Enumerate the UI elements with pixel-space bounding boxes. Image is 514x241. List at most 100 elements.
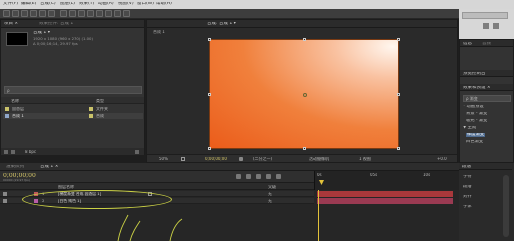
comp-breadcrumb[interactable]: 合成 1	[153, 30, 165, 34]
transform-handle[interactable]	[303, 38, 306, 41]
generate-folder[interactable]: ▼ 生成	[463, 126, 476, 130]
menu-file[interactable]: 文件(F)	[3, 2, 18, 7]
shy-layers-icon[interactable]	[246, 174, 251, 179]
menu-composition[interactable]: 合成(C)	[40, 2, 56, 7]
exposure-value[interactable]: +0.0	[437, 157, 447, 161]
column-parent[interactable]: 父级	[268, 185, 276, 189]
layer-parent[interactable]: 无	[268, 192, 272, 196]
menu-layer[interactable]: 图层(L)	[60, 2, 75, 7]
puppet-tool-icon[interactable]	[123, 10, 130, 17]
panel-line: 字体	[463, 205, 472, 209]
tab-composition[interactable]: 合成: 合成 1 ▾	[207, 22, 236, 27]
interpret-footage-icon[interactable]	[4, 149, 8, 154]
transform-handle[interactable]	[208, 38, 211, 41]
roto-tool-icon[interactable]	[114, 10, 121, 17]
menu-view[interactable]: 视图(V)	[118, 2, 134, 7]
clone-tool-icon[interactable]	[96, 10, 103, 17]
draft-3d-icon[interactable]	[236, 174, 241, 179]
tab-timeline-comp[interactable]: 合成 1 ×	[40, 165, 59, 170]
column-name[interactable]: 名称	[11, 99, 19, 103]
frame-blending-icon[interactable]	[256, 174, 261, 179]
tab-paragraph[interactable]: 段落	[462, 165, 471, 170]
composition-canvas[interactable]	[208, 38, 400, 150]
pan-tool-icon[interactable]	[48, 10, 55, 17]
snapshot-icon[interactable]	[239, 157, 243, 161]
preset-item[interactable]: 吸光 - 渐变	[466, 119, 487, 123]
resolution-select[interactable]: (二分之一)	[253, 157, 272, 161]
ruler-tick-label: 0s	[317, 173, 322, 177]
transform-handle[interactable]	[397, 38, 400, 41]
selection-tool-icon[interactable]	[3, 10, 10, 17]
timeline-panel: 渲染队列 合成 1 × 0;00;00;00 00000 (29.97 fps)…	[0, 163, 459, 241]
menu-window[interactable]: 窗口(W)	[137, 2, 154, 7]
project-tabbar: 项目 × 效果控件: 合成 1	[1, 20, 144, 28]
hand-tool-icon[interactable]	[12, 10, 19, 17]
project-item[interactable]: 合成 1 合成	[3, 113, 143, 119]
zoom-level[interactable]: 50%	[159, 157, 168, 161]
new-folder-icon[interactable]	[11, 149, 15, 154]
menu-bar: 文件(F) 编辑(E) 合成(C) 图层(L) 效果(T) 动画(A) 视图(V…	[0, 0, 514, 9]
transform-handle[interactable]	[397, 147, 400, 150]
layer-duration-bar[interactable]	[317, 191, 453, 197]
panel-icon[interactable]	[483, 23, 489, 29]
camera-select[interactable]: 活动摄像机	[309, 157, 329, 161]
transform-handle[interactable]	[397, 93, 400, 96]
panel-line: 对齐	[463, 195, 472, 199]
effect-item-four-color[interactable]: 四色渐变	[466, 140, 483, 144]
timeline-column-header: 图层名称 父级	[0, 183, 314, 190]
playhead-icon[interactable]	[319, 180, 324, 185]
menu-edit[interactable]: 编辑(E)	[21, 2, 36, 7]
panel-scrollbar[interactable]	[503, 175, 509, 237]
viewer-timecode[interactable]: 0;00;00;00	[205, 157, 227, 161]
zoom-tool-icon[interactable]	[21, 10, 28, 17]
label-color-chip	[89, 107, 93, 111]
tab-render-queue[interactable]: 渲染队列	[6, 165, 24, 170]
menu-animation[interactable]: 动画(A)	[98, 2, 114, 7]
project-item[interactable]: 固态层 文件夹	[3, 106, 143, 112]
effect-item-gradient-ramp[interactable]: 梯度渐变	[466, 133, 486, 138]
tab-effects-presets[interactable]: 效果和预设 ×	[463, 86, 491, 91]
info-panel-header: 信息 音频	[460, 40, 513, 47]
search-icon: ρ	[7, 88, 10, 93]
menu-effect[interactable]: 效果(T)	[79, 2, 94, 7]
project-search-input[interactable]: ρ	[4, 86, 142, 94]
ruler-tick-label: 10s	[423, 173, 431, 177]
tab-project[interactable]: 项目 ×	[4, 22, 18, 27]
tab-preview[interactable]: 预览控制台	[463, 72, 486, 77]
view-layout-select[interactable]: 1 视图	[359, 157, 371, 161]
visibility-eye-icon[interactable]	[3, 199, 7, 203]
visibility-eye-icon[interactable]	[3, 192, 7, 196]
column-layer-name[interactable]: 图层名称	[58, 185, 74, 189]
rotate-tool-icon[interactable]	[30, 10, 37, 17]
frame-readout: 00000 (29.97 fps)	[3, 179, 30, 182]
panel-icon[interactable]	[493, 23, 499, 29]
grid-icon[interactable]	[181, 157, 185, 161]
pen-tool-icon[interactable]	[69, 10, 76, 17]
bit-depth[interactable]: 8 bpc	[25, 150, 36, 154]
layer-duration-bar[interactable]	[317, 198, 453, 204]
camera-tool-icon[interactable]	[39, 10, 46, 17]
transform-handle[interactable]	[303, 147, 306, 150]
trash-icon[interactable]	[135, 149, 139, 154]
effects-search-input[interactable]: ρ 渐变	[463, 95, 511, 102]
menu-help[interactable]: 帮助(H)	[156, 2, 172, 7]
motion-blur-icon[interactable]	[266, 174, 271, 179]
animation-presets-folder[interactable]: * 动画预设	[463, 105, 484, 109]
column-type[interactable]: 类型	[96, 99, 104, 103]
workspace-switcher[interactable]	[462, 12, 508, 19]
transform-handle[interactable]	[208, 147, 211, 150]
preset-item[interactable]: 背景 - 渐变	[466, 112, 487, 116]
transform-handle[interactable]	[208, 93, 211, 96]
tab-effect-controls[interactable]: 效果控件: 合成 1	[39, 22, 73, 27]
tab-info[interactable]: 信息	[463, 42, 472, 47]
brush-tool-icon[interactable]	[87, 10, 94, 17]
text-tool-icon[interactable]	[78, 10, 85, 17]
current-time-indicator[interactable]	[318, 190, 319, 241]
time-ruler[interactable]: 0s 05s 10s	[314, 171, 459, 190]
rectangle-tool-icon[interactable]	[60, 10, 67, 17]
graph-editor-icon[interactable]	[276, 174, 281, 179]
layer-parent[interactable]: 无	[268, 199, 272, 203]
anchor-point-icon[interactable]	[303, 93, 307, 97]
eraser-tool-icon[interactable]	[105, 10, 112, 17]
tab-audio[interactable]: 音频	[482, 42, 491, 47]
